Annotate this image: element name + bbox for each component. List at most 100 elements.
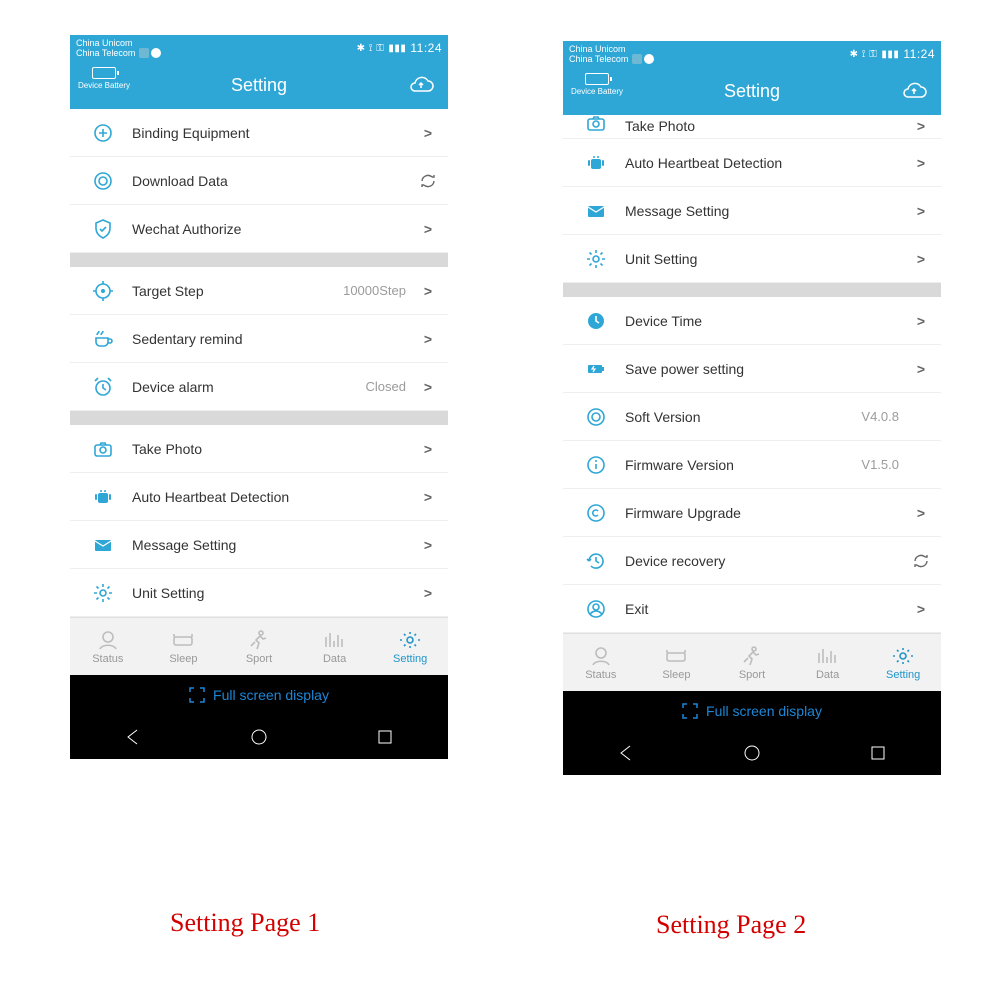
row-label: Device Time — [625, 313, 913, 329]
row-message[interactable]: Message Setting > — [70, 521, 448, 569]
recent-button[interactable] — [375, 727, 395, 747]
carrier-1: China Unicom — [569, 44, 654, 54]
row-binding[interactable]: Binding Equipment > — [70, 109, 448, 157]
chevron-right-icon: > — [913, 361, 925, 377]
android-nav-bar — [563, 731, 941, 775]
tab-status[interactable]: Status — [70, 618, 146, 675]
row-target[interactable]: Target Step 10000Step > — [70, 267, 448, 315]
phone-screenshot-1: China Unicom China Telecom ✱ ⟟ ⚿ ▮▮▮ 11:… — [70, 35, 448, 759]
tab-bar: Status Sleep Sport Data Setting — [70, 617, 448, 675]
tab-setting[interactable]: Setting — [372, 618, 448, 675]
chevron-right-icon: > — [420, 125, 432, 141]
group-separator — [70, 253, 448, 267]
setting-icon — [398, 629, 422, 651]
tab-label: Data — [816, 669, 839, 681]
chevron-right-icon: > — [913, 251, 925, 267]
row-sedentary[interactable]: Sedentary remind > — [70, 315, 448, 363]
row-photo2[interactable]: Take Photo > — [563, 115, 941, 139]
row-label: Auto Heartbeat Detection — [132, 489, 420, 505]
row-heartbeat[interactable]: Auto Heartbeat Detection > — [70, 473, 448, 521]
row-label: Unit Setting — [625, 251, 913, 267]
refresh-icon — [913, 553, 925, 569]
carrier-1: China Unicom — [76, 38, 161, 48]
row-label: Message Setting — [132, 537, 420, 553]
row-label: Auto Heartbeat Detection — [625, 155, 913, 171]
tab-sport[interactable]: Sport — [714, 634, 790, 691]
row-label: Sedentary remind — [132, 331, 420, 347]
status-right: ✱ ⟟ ⚿ ▮▮▮ 11:24 — [850, 47, 935, 61]
gear-icon — [585, 248, 607, 270]
row-softver[interactable]: Soft Version V4.0.8 — [563, 393, 941, 441]
row-devicetime[interactable]: Device Time > — [563, 297, 941, 345]
ring-icon — [92, 170, 114, 192]
row-savepower[interactable]: Save power setting > — [563, 345, 941, 393]
app-header: Device Battery Setting — [563, 67, 941, 115]
back-button[interactable] — [123, 727, 143, 747]
row-value: V1.5.0 — [861, 457, 899, 472]
row-label: Firmware Upgrade — [625, 505, 913, 521]
row-download[interactable]: Download Data — [70, 157, 448, 205]
page-title: Setting — [724, 81, 780, 102]
back-button[interactable] — [616, 743, 636, 763]
bluetooth-icon: ✱ ⟟ ⚿ — [357, 43, 385, 54]
tab-setting[interactable]: Setting — [865, 634, 941, 691]
tab-data[interactable]: Data — [790, 634, 866, 691]
chevron-right-icon: > — [913, 155, 925, 171]
tab-sleep[interactable]: Sleep — [639, 634, 715, 691]
home-button[interactable] — [249, 727, 269, 747]
setting-icon — [891, 645, 915, 667]
row-unit2[interactable]: Unit Setting > — [563, 235, 941, 283]
row-fwupgrade[interactable]: Firmware Upgrade > — [563, 489, 941, 537]
recent-button[interactable] — [868, 743, 888, 763]
battery-icon — [92, 67, 116, 79]
notification-icons — [139, 48, 161, 58]
row-photo[interactable]: Take Photo > — [70, 425, 448, 473]
phone-screenshot-2: China Unicom China Telecom ✱ ⟟ ⚿ ▮▮▮ 11:… — [563, 41, 941, 775]
row-label: Take Photo — [132, 441, 420, 457]
clock-icon — [585, 310, 607, 332]
row-recovery[interactable]: Device recovery — [563, 537, 941, 585]
row-unit[interactable]: Unit Setting > — [70, 569, 448, 617]
chevron-right-icon: > — [913, 203, 925, 219]
status-icon — [589, 645, 613, 667]
fullscreen-bar[interactable]: Full screen display — [563, 691, 941, 731]
row-wechat[interactable]: Wechat Authorize > — [70, 205, 448, 253]
info-icon — [585, 454, 607, 476]
group-separator — [70, 411, 448, 425]
device-battery-button[interactable]: Device Battery — [78, 67, 130, 90]
row-label: Device alarm — [132, 379, 366, 395]
camera-icon — [92, 438, 114, 460]
row-heartbeat2[interactable]: Auto Heartbeat Detection > — [563, 139, 941, 187]
row-alarm[interactable]: Device alarm Closed > — [70, 363, 448, 411]
cloud-upload-button[interactable] — [406, 73, 436, 97]
mail-icon — [92, 534, 114, 556]
android-icon — [92, 486, 114, 508]
cup-icon — [92, 328, 114, 350]
data-icon — [816, 645, 840, 667]
copyright-icon — [585, 502, 607, 524]
carrier-labels: China Unicom China Telecom — [569, 44, 654, 64]
row-fwver[interactable]: Firmware Version V1.5.0 — [563, 441, 941, 489]
tab-status[interactable]: Status — [563, 634, 639, 691]
row-exit[interactable]: Exit > — [563, 585, 941, 633]
page-title: Setting — [231, 75, 287, 96]
chevron-right-icon: > — [913, 313, 925, 329]
tab-sleep[interactable]: Sleep — [146, 618, 222, 675]
fullscreen-bar[interactable]: Full screen display — [70, 675, 448, 715]
row-label: Target Step — [132, 283, 343, 299]
tab-data[interactable]: Data — [297, 618, 373, 675]
chevron-right-icon: > — [420, 537, 432, 553]
row-value: V4.0.8 — [861, 409, 899, 424]
notification-icons — [632, 54, 654, 64]
tab-sport[interactable]: Sport — [221, 618, 297, 675]
cloud-upload-button[interactable] — [899, 79, 929, 103]
chevron-right-icon: > — [420, 331, 432, 347]
caption-page-2: Setting Page 2 — [656, 910, 806, 940]
home-button[interactable] — [742, 743, 762, 763]
refresh-icon — [420, 173, 432, 189]
fullscreen-label: Full screen display — [706, 703, 822, 719]
device-battery-button[interactable]: Device Battery — [571, 73, 623, 96]
row-message2[interactable]: Message Setting > — [563, 187, 941, 235]
chevron-right-icon: > — [420, 283, 432, 299]
circle-plus-icon — [92, 122, 114, 144]
